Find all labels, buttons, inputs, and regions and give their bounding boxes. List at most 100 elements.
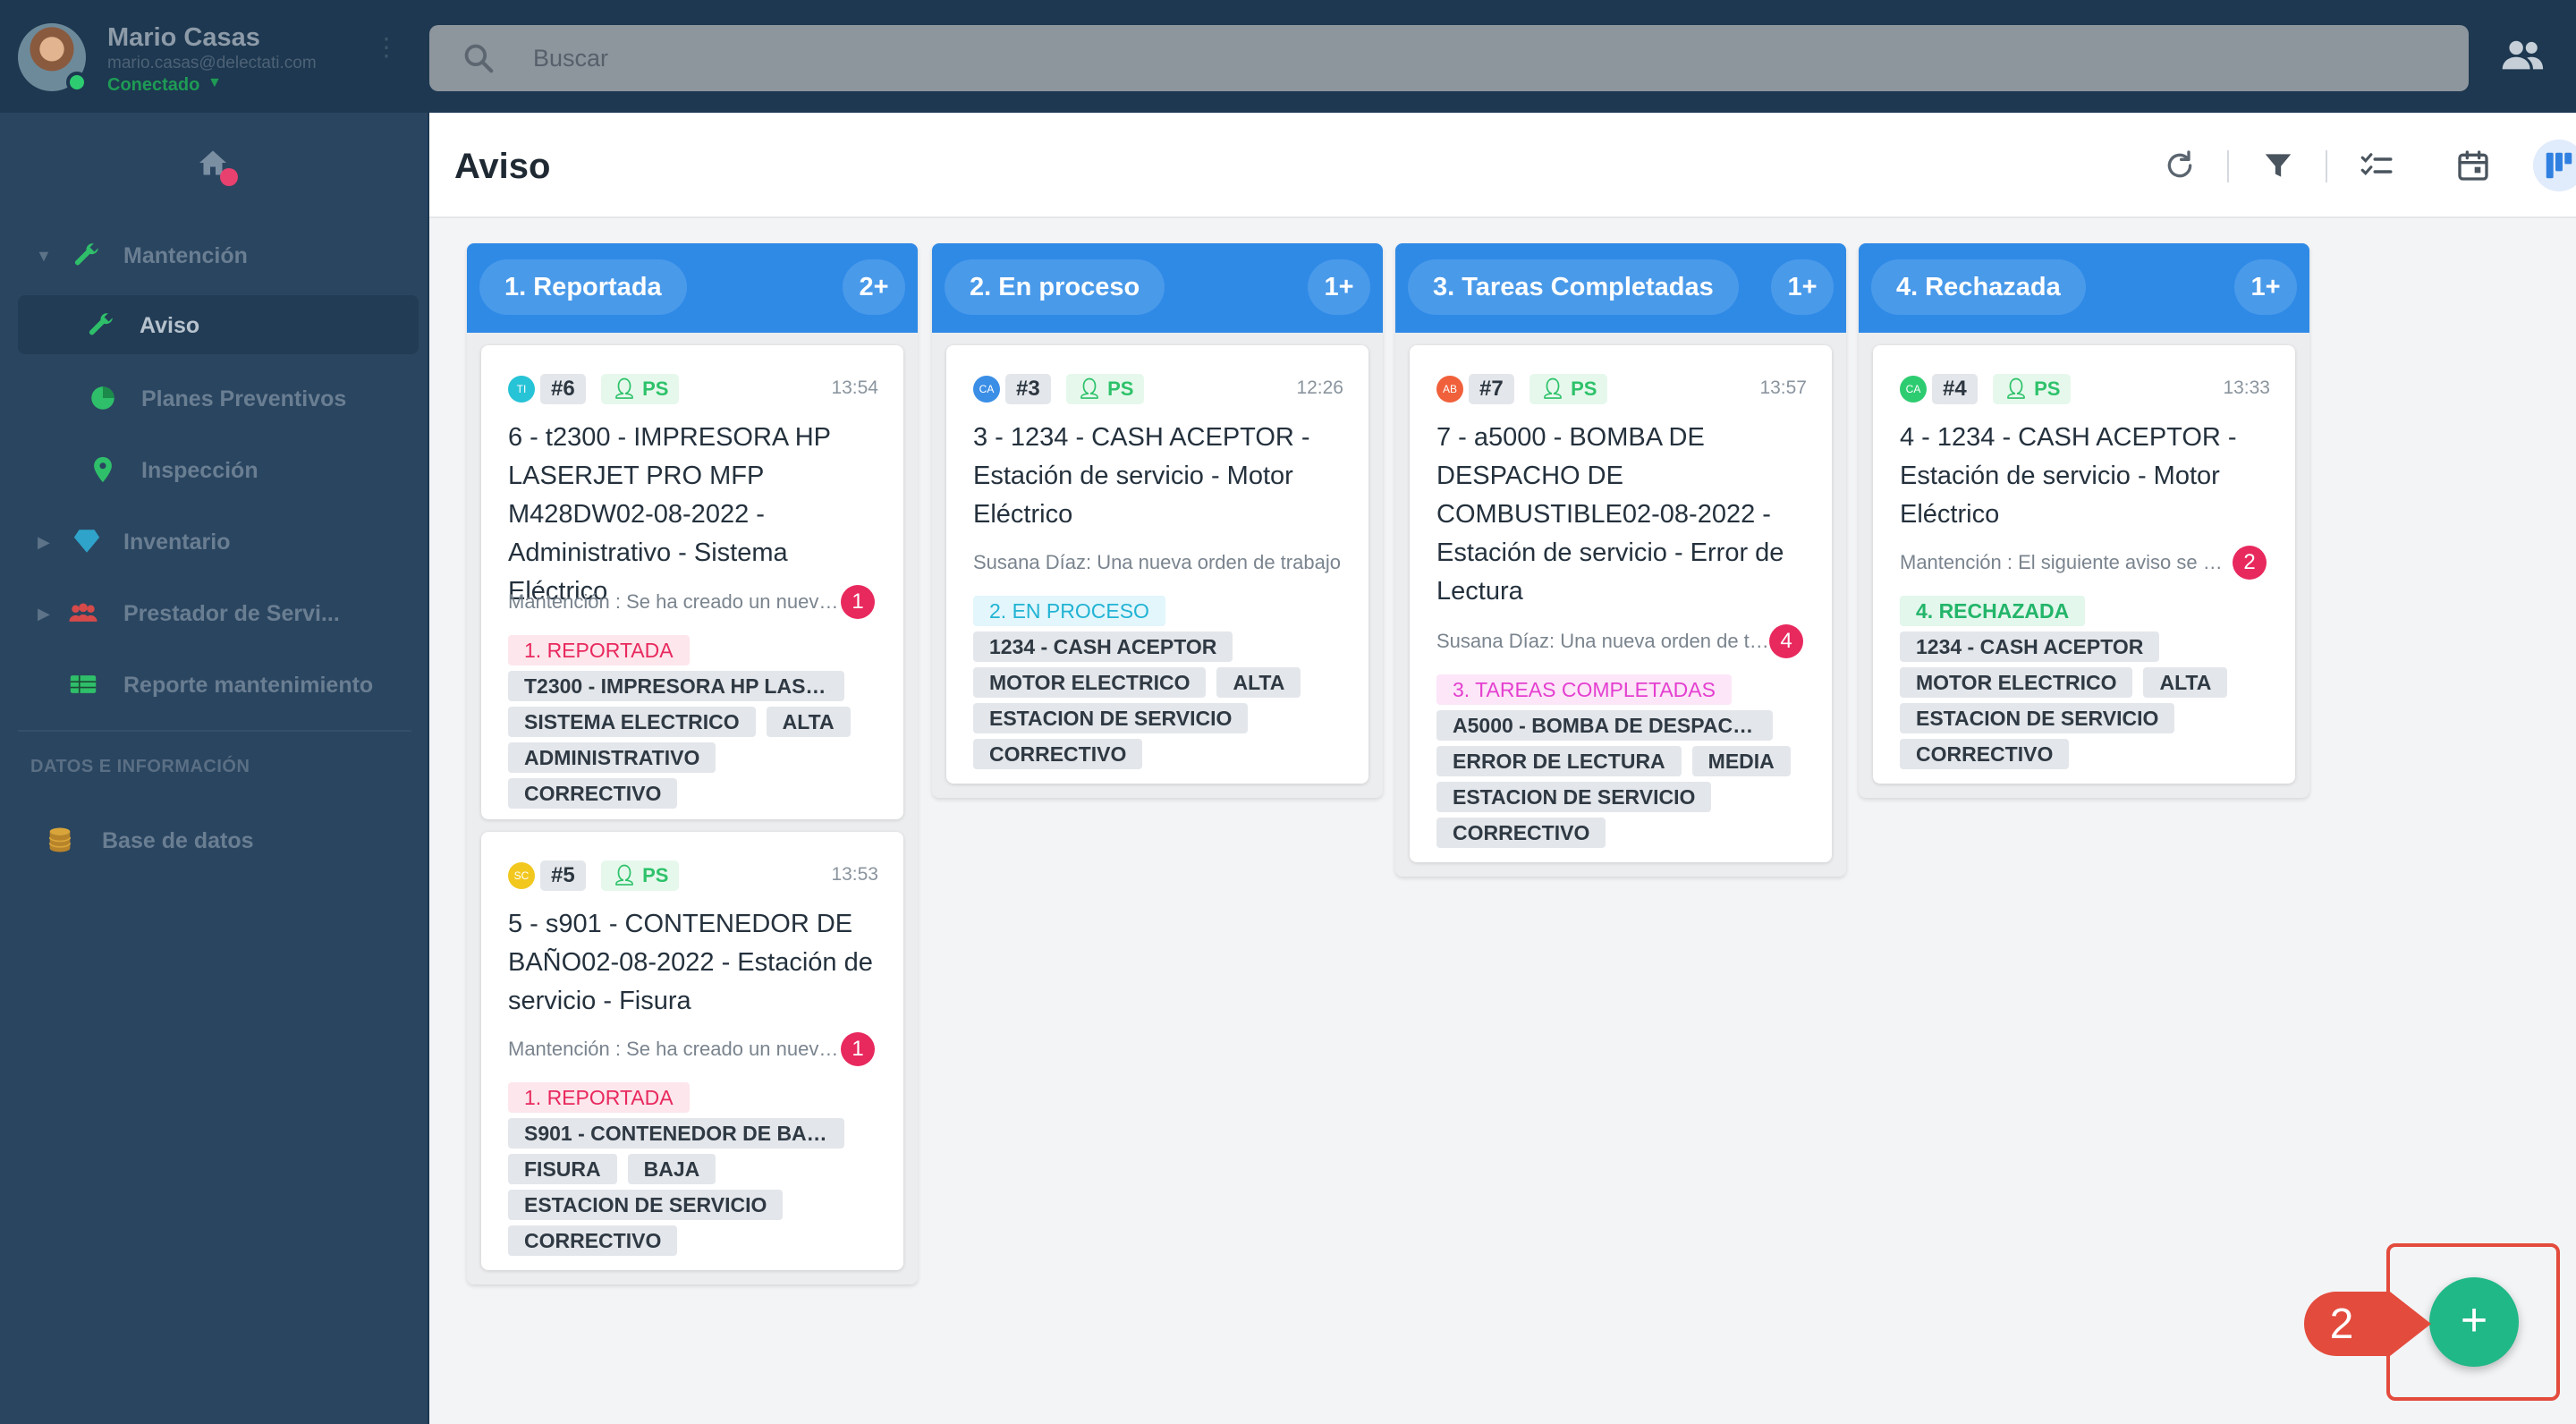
home-link[interactable] xyxy=(0,125,428,206)
sidebar-item-label: Planes Preventivos xyxy=(141,386,347,411)
status-badge: 1. REPORTADA xyxy=(508,1082,690,1113)
page-header: Aviso xyxy=(429,113,2576,218)
avatar: CA xyxy=(1900,376,1927,403)
search-bar[interactable] xyxy=(429,25,2469,91)
main-panel: Aviso 1. Reportada 2+ TI #6 👤︎ PS 13:54 … xyxy=(429,113,2576,1424)
card-number: #4 xyxy=(1932,374,1978,404)
priority-label: PS xyxy=(1571,377,1597,400)
priority-tag: 👤︎ PS xyxy=(1066,374,1145,404)
page-title: Aviso xyxy=(454,147,551,186)
card-message: Mantención : Se ha creado un nuevo aviso xyxy=(508,590,841,613)
caret-right-icon[interactable]: ▶ xyxy=(38,533,50,552)
priority-label: PS xyxy=(2034,377,2061,400)
card-time: 13:33 xyxy=(2223,377,2270,398)
kanban-card[interactable]: CA #3 👤︎ PS 12:26 3 - 1234 - CASH ACEPTO… xyxy=(946,345,1368,784)
user-icon: 👤︎ xyxy=(612,864,637,886)
notification-badge: 4 xyxy=(1769,624,1803,658)
chevron-down-icon[interactable]: ▼ xyxy=(208,75,222,91)
sidebar-item-prestador[interactable]: ▶ Prestador de Servi... xyxy=(18,583,419,642)
tag: ADMINISTRATIVO xyxy=(508,742,716,773)
card-number: #3 xyxy=(1005,374,1051,404)
sidebar: Mario Casas mario.casas@delectati.com Co… xyxy=(0,0,428,1424)
filter-button[interactable] xyxy=(2252,140,2304,191)
column-header: 4. Rechazada 1+ xyxy=(1859,243,2309,333)
search-input[interactable] xyxy=(533,39,2411,77)
column-title[interactable]: 3. Tareas Completadas xyxy=(1408,259,1739,315)
tag: CORRECTIVO xyxy=(1900,739,2070,769)
kanban-card[interactable]: AB #7 👤︎ PS 13:57 7 - a5000 - BOMBA DE D… xyxy=(1410,345,1832,862)
column-title[interactable]: 1. Reportada xyxy=(479,259,687,315)
user-icon: 👤︎ xyxy=(1077,377,1102,400)
card-meta: AB #7 👤︎ PS 13:57 xyxy=(1436,374,1807,404)
column-title[interactable]: 2. En proceso xyxy=(945,259,1165,315)
sidebar-item-label: Aviso xyxy=(140,313,200,338)
list-view-button[interactable] xyxy=(2351,140,2402,191)
kanban-icon xyxy=(2546,152,2572,179)
sidebar-item-aviso[interactable]: Aviso xyxy=(18,295,419,354)
card-tags: 1. REPORTADA S901 - CONTENEDOR DE BAÑO F… xyxy=(508,1082,884,1256)
step-number: 2 xyxy=(2330,1301,2354,1348)
more-vertical-icon[interactable]: ⋮ xyxy=(374,35,399,60)
column-header: 1. Reportada 2+ xyxy=(467,243,918,333)
avatar: TI xyxy=(508,376,535,403)
priority-tag: 👤︎ PS xyxy=(1530,374,1608,404)
column-title[interactable]: 4. Rechazada xyxy=(1871,259,2086,315)
priority-tag: 👤︎ PS xyxy=(601,860,680,891)
tag: ALTA xyxy=(2143,667,2228,698)
wrench-icon xyxy=(89,313,113,335)
kanban-card[interactable]: TI #6 👤︎ PS 13:54 6 - t2300 - IMPRESORA … xyxy=(481,345,903,819)
database-icon xyxy=(48,827,72,852)
calendar-icon xyxy=(2458,150,2488,181)
avatar: CA xyxy=(973,376,1000,403)
tag: ALTA xyxy=(766,707,851,737)
refresh-button[interactable] xyxy=(2154,140,2206,191)
card-meta: CA #4 👤︎ PS 13:33 xyxy=(1900,374,2270,404)
column-header: 2. En proceso 1+ xyxy=(932,243,1383,333)
sidebar-item-inventario[interactable]: ▶ Inventario xyxy=(18,512,419,571)
user-icon: 👤︎ xyxy=(612,377,637,400)
notification-badge: 1 xyxy=(841,1032,875,1066)
tag: S901 - CONTENEDOR DE BAÑO xyxy=(508,1118,844,1149)
card-time: 12:26 xyxy=(1296,377,1343,398)
sidebar-item-planes-preventivos[interactable]: Planes Preventivos xyxy=(18,369,419,428)
card-time: 13:54 xyxy=(831,377,878,398)
card-number: #7 xyxy=(1469,374,1514,404)
tag: CORRECTIVO xyxy=(973,739,1143,769)
status-badge: 2. EN PROCESO xyxy=(973,596,1165,626)
caret-right-icon[interactable]: ▶ xyxy=(38,605,50,623)
sidebar-item-reporte[interactable]: Reporte mantenimiento xyxy=(18,655,419,714)
tag: MOTOR ELECTRICO xyxy=(973,667,1207,698)
people-icon[interactable] xyxy=(2501,38,2544,73)
profile-name: Mario Casas xyxy=(107,23,260,52)
tag: CORRECTIVO xyxy=(508,1225,678,1256)
profile-status-dropdown[interactable]: Conectado xyxy=(107,75,199,96)
card-message: Mantención : El siguiente aviso se ha re… xyxy=(1900,551,2233,573)
card-tags: 2. EN PROCESO 1234 - CASH ACEPTOR MOTOR … xyxy=(973,596,1349,769)
sidebar-item-mantencion[interactable]: ▼ Mantención xyxy=(18,225,419,284)
add-button[interactable]: + xyxy=(2429,1277,2519,1367)
tag: T2300 - IMPRESORA HP LASERJET PRO xyxy=(508,671,844,701)
notification-badge: 1 xyxy=(841,585,875,619)
profile-email: mario.casas@delectati.com xyxy=(107,54,317,72)
checklist-icon xyxy=(2360,153,2393,176)
avatar: AB xyxy=(1436,376,1463,403)
kanban-card[interactable]: CA #4 👤︎ PS 13:33 4 - 1234 - CASH ACEPTO… xyxy=(1873,345,2295,784)
priority-label: PS xyxy=(642,377,669,400)
card-message: Susana Díaz: Una nueva orden de trabajo xyxy=(973,551,1341,573)
section-heading: DATOS E INFORMACIÓN xyxy=(30,757,250,776)
card-meta: CA #3 👤︎ PS 12:26 xyxy=(973,374,1343,404)
divider xyxy=(18,730,411,732)
tag: MEDIA xyxy=(1691,746,1791,776)
refresh-icon xyxy=(2167,150,2192,178)
kanban-card[interactable]: SC #5 👤︎ PS 13:53 5 - s901 - CONTENEDOR … xyxy=(481,832,903,1270)
card-number: #5 xyxy=(540,860,586,891)
kanban-column-rechazada: 4. Rechazada 1+ CA #4 👤︎ PS 13:33 4 - 12… xyxy=(1859,243,2309,798)
caret-down-icon[interactable]: ▼ xyxy=(36,247,52,266)
kanban-view-button[interactable] xyxy=(2533,140,2576,191)
sidebar-item-base-de-datos[interactable]: Base de datos xyxy=(18,810,419,869)
sidebar-item-label: Reporte mantenimiento xyxy=(123,673,374,698)
sidebar-item-inspeccion[interactable]: Inspección xyxy=(18,440,419,499)
card-message: Susana Díaz: Una nueva orden de trabajo xyxy=(1436,630,1769,652)
calendar-view-button[interactable] xyxy=(2447,140,2499,191)
card-title: 7 - a5000 - BOMBA DE DESPACHO DE COMBUST… xyxy=(1436,423,1784,606)
